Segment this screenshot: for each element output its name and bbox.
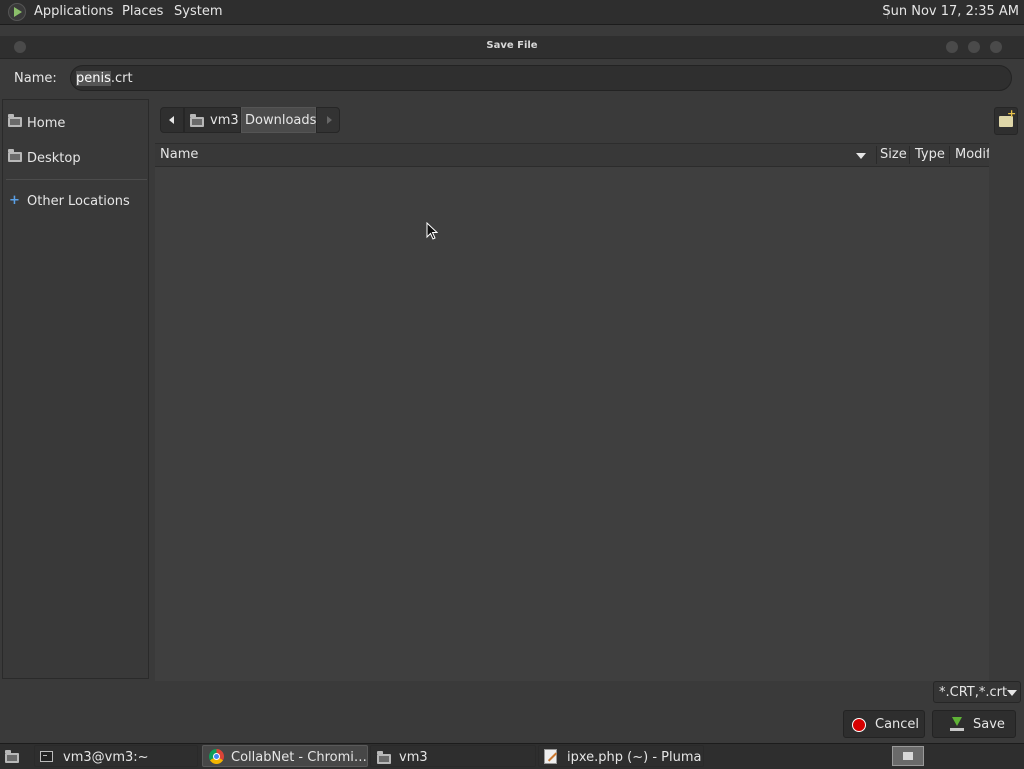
task-file-manager[interactable]: vm3 xyxy=(370,745,536,767)
column-modified[interactable]: Modif xyxy=(955,147,991,162)
dialog-titlebar[interactable]: Save File xyxy=(0,36,1024,59)
save-download-icon xyxy=(950,717,964,732)
cancel-button-label: Cancel xyxy=(875,717,920,732)
sidebar-item-desktop[interactable]: Desktop xyxy=(6,147,146,169)
home-folder-icon xyxy=(190,114,204,127)
list-scroll-area xyxy=(989,143,1022,680)
sidebar-item-label: Desktop xyxy=(27,151,81,166)
mouse-pointer-icon xyxy=(426,222,438,240)
sidebar-item-other-locations[interactable]: + Other Locations xyxy=(6,190,146,212)
path-back-button[interactable] xyxy=(160,107,184,133)
filter-value: *.CRT,*.crt xyxy=(939,685,1008,700)
path-crumb-label: Downloads xyxy=(245,113,317,128)
task-chromium[interactable]: CollabNet - Chromi… xyxy=(202,745,368,767)
menu-applications[interactable]: Applications xyxy=(34,4,113,19)
cancel-icon xyxy=(852,718,866,732)
places-sidebar: Home Desktop + Other Locations xyxy=(2,99,149,679)
file-list[interactable]: Name Size Type Modif xyxy=(155,143,991,681)
home-folder-icon xyxy=(8,114,22,127)
cancel-button[interactable]: Cancel xyxy=(843,710,925,738)
name-label: Name: xyxy=(14,71,57,86)
chromium-icon xyxy=(209,749,224,764)
task-terminal[interactable]: vm3@vm3:~ xyxy=(34,745,198,767)
folder-icon xyxy=(377,751,391,764)
save-button[interactable]: Save xyxy=(932,710,1016,738)
new-folder-icon xyxy=(999,107,1016,127)
workspace-switcher[interactable] xyxy=(892,746,924,766)
bottom-taskbar: vm3@vm3:~ CollabNet - Chromi… vm3 ipxe.p… xyxy=(0,743,1024,769)
sidebar-divider xyxy=(6,179,147,180)
text-editor-icon xyxy=(544,749,557,764)
filename-extension-text: .crt xyxy=(110,71,133,86)
task-pluma[interactable]: ipxe.php (~) - Pluma xyxy=(538,745,704,767)
path-crumb-downloads[interactable]: Downloads xyxy=(241,107,316,133)
file-type-filter[interactable]: *.CRT,*.crt xyxy=(933,681,1021,703)
terminal-icon xyxy=(40,751,53,762)
column-type[interactable]: Type xyxy=(915,147,945,162)
path-crumb-vm3[interactable]: vm3 xyxy=(184,107,241,133)
path-forward-button[interactable] xyxy=(316,107,340,133)
filename-selected-text: penis xyxy=(76,71,111,86)
column-size[interactable]: Size xyxy=(880,147,907,162)
column-header: Name Size Type Modif xyxy=(155,144,991,167)
filename-input[interactable]: penis.crt xyxy=(70,65,1012,91)
show-desktop-button[interactable] xyxy=(2,748,22,765)
clock[interactable]: Sun Nov 17, 2:35 AM xyxy=(882,4,1019,19)
show-desktop-icon xyxy=(5,750,19,763)
task-label: CollabNet - Chromi… xyxy=(231,750,367,765)
column-name[interactable]: Name xyxy=(160,147,198,162)
mate-menu-icon[interactable] xyxy=(8,3,26,21)
task-label: vm3@vm3:~ xyxy=(63,750,149,765)
save-file-dialog: Save File Name: penis.crt Home Desktop +… xyxy=(0,25,1024,743)
menu-system[interactable]: System xyxy=(174,4,222,19)
column-divider[interactable] xyxy=(909,146,910,164)
new-folder-button[interactable] xyxy=(994,107,1018,135)
sidebar-item-label: Other Locations xyxy=(27,194,130,209)
sort-descending-icon xyxy=(856,153,866,159)
task-label: vm3 xyxy=(399,750,428,765)
task-label: ipxe.php (~) - Pluma xyxy=(567,750,702,765)
save-button-label: Save xyxy=(973,717,1005,732)
sidebar-item-home[interactable]: Home xyxy=(6,112,146,134)
chevron-down-icon xyxy=(1007,690,1017,696)
dialog-title: Save File xyxy=(486,40,538,51)
desktop-folder-icon xyxy=(8,149,22,162)
column-divider[interactable] xyxy=(949,146,950,164)
menu-places[interactable]: Places xyxy=(122,4,163,19)
sidebar-item-label: Home xyxy=(27,116,66,131)
plus-icon: + xyxy=(9,193,20,208)
top-panel: Applications Places System Sun Nov 17, 2… xyxy=(0,0,1024,25)
column-divider[interactable] xyxy=(876,146,877,164)
path-crumb-label: vm3 xyxy=(210,113,239,128)
